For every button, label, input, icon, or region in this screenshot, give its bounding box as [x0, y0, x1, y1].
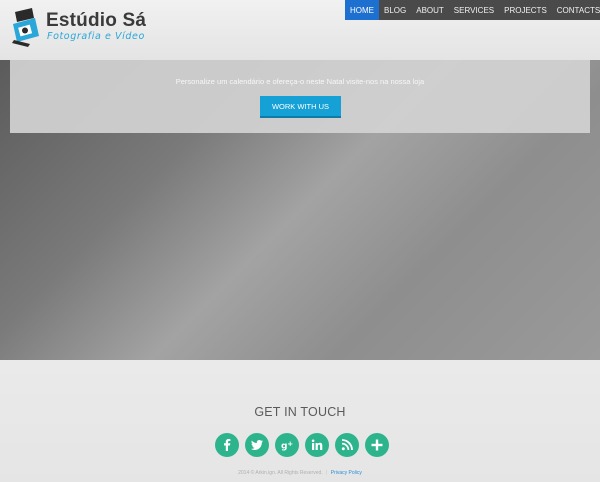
twitter-button[interactable] — [245, 433, 269, 457]
work-with-us-button[interactable]: WORK WITH US — [260, 96, 341, 118]
main-nav: HOME BLOG ABOUT SERVICES PROJECTS CONTAC… — [345, 0, 600, 20]
rss-button[interactable] — [335, 433, 359, 457]
nav-item-home[interactable]: HOME — [345, 0, 379, 20]
privacy-policy-link[interactable]: Privacy Policy — [331, 470, 362, 476]
site-footer: GET IN TOUCH g + 2014 © Arkin.ign. All R… — [0, 360, 600, 482]
get-in-touch-heading: GET IN TOUCH — [254, 405, 346, 419]
nav-item-services[interactable]: SERVICES — [449, 0, 499, 20]
social-links: g + — [215, 433, 389, 457]
brand-logo[interactable]: Estúdio Sá Fotografia e Vídeo — [10, 6, 146, 48]
svg-text:+: + — [287, 440, 293, 448]
footer-separator: | — [326, 470, 328, 476]
copyright-text: 2014 © Arkin.ign. All Rights Reserved. — [238, 470, 323, 476]
banner-text: Personalize um calendário e ofereça-o ne… — [175, 77, 425, 86]
camera-logo-icon — [12, 8, 39, 47]
facebook-button[interactable] — [215, 433, 239, 457]
google-plus-button[interactable]: g + — [275, 433, 299, 457]
linkedin-button[interactable] — [305, 433, 329, 457]
linkedin-icon — [311, 439, 323, 450]
brand-title: Estúdio Sá — [46, 10, 147, 31]
facebook-icon — [224, 439, 231, 451]
site-header: Estúdio Sá Fotografia e Vídeo HOME BLOG … — [0, 0, 600, 60]
more-button[interactable] — [365, 433, 389, 457]
plus-icon — [371, 439, 383, 451]
brand-subtitle: Fotografia e Vídeo — [47, 31, 145, 42]
copyright-line: 2014 © Arkin.ign. All Rights Reserved. |… — [0, 470, 600, 476]
nav-item-contacts[interactable]: CONTACTS — [552, 0, 600, 20]
google-plus-icon: g + — [281, 440, 293, 452]
nav-item-projects[interactable]: PROJECTS — [499, 0, 552, 20]
promo-banner: Personalize um calendário e ofereça-o ne… — [10, 60, 590, 133]
nav-item-blog[interactable]: BLOG — [379, 0, 411, 20]
twitter-icon — [251, 440, 263, 450]
rss-icon — [341, 439, 353, 451]
nav-item-about[interactable]: ABOUT — [411, 0, 449, 20]
